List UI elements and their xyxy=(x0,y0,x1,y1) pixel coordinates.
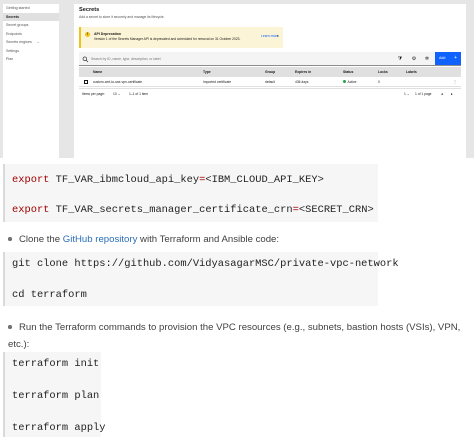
status-active-icon xyxy=(343,80,346,83)
plus-icon: + xyxy=(454,55,457,61)
settings-icon[interactable]: ⚙ xyxy=(409,54,419,64)
secret-name[interactable]: custom-cert-to-use-vpn-certificate xyxy=(93,77,142,87)
list-item-continuation: etc.): xyxy=(8,339,30,350)
code-line: terraform plan xyxy=(12,390,100,402)
column-header-group[interactable]: Group xyxy=(265,67,275,77)
code-line: git clone https://github.com/VidyasagarM… xyxy=(12,258,399,270)
github-repository-link[interactable]: GitHub repository xyxy=(63,234,138,245)
secret-type: Imported certificate xyxy=(203,80,232,84)
code-block-env-vars: export TF_VAR_ibmcloud_api_key=<IBM_CLOU… xyxy=(3,164,378,222)
code-text: TF_VAR_secrets_manager_certificate_crn xyxy=(55,204,293,216)
code-line: terraform apply xyxy=(12,422,106,434)
gear-icon[interactable]: ✲ xyxy=(422,54,432,64)
list-item-text: Clone the xyxy=(19,234,63,245)
code-line: terraform init xyxy=(12,358,100,370)
previous-page-icon[interactable]: ◂ xyxy=(441,89,443,99)
column-header-labels[interactable]: Labels xyxy=(406,67,417,77)
code-block-terraform: terraform init terraform plan terraform … xyxy=(3,352,106,437)
page-value: 1 xyxy=(404,92,406,96)
sidebar-item-settings[interactable]: Settings xyxy=(3,47,59,56)
code-block-git-clone: git clone https://github.com/VidyasagarM… xyxy=(3,252,399,306)
code-text: <SECRET_CRN> xyxy=(298,204,374,216)
warning-icon: ! xyxy=(85,32,90,37)
items-per-page-select[interactable]: 10 ⌄ xyxy=(113,89,120,99)
search-input[interactable] xyxy=(91,55,391,63)
chevron-down-icon: ⌄ xyxy=(36,40,40,44)
notice-title: API Deprecation xyxy=(94,32,122,36)
list-item-text: with Terraform and Ansible code: xyxy=(137,234,280,245)
table-toolbar: ⧩ ⚙ ✲ Add + xyxy=(79,52,461,66)
add-button-label: Add xyxy=(439,56,446,60)
item-range: 1–1 of 1 item xyxy=(129,92,149,96)
bullet-icon xyxy=(8,237,12,241)
list-item: Run the Terraform commands to provision … xyxy=(8,319,471,336)
sidebar-item-label: Secrets engines xyxy=(6,40,32,44)
row-checkbox[interactable] xyxy=(84,80,88,84)
sidebar-item-endpoints[interactable]: Endpoints xyxy=(3,30,59,39)
next-page-icon[interactable]: ▸ xyxy=(451,89,453,99)
sidebar-item-secret-groups[interactable]: Secret groups xyxy=(3,21,59,30)
add-button[interactable]: Add + xyxy=(435,52,461,65)
sidebar: Getting started Secrets Secret groups En… xyxy=(3,4,59,158)
items-per-page-label: Items per page: xyxy=(82,92,105,96)
page-title: Secrets xyxy=(79,7,100,13)
column-header-expires[interactable]: Expires in xyxy=(295,67,311,77)
items-per-page-value: 10 xyxy=(113,92,117,96)
column-header-locks[interactable]: Locks xyxy=(378,67,388,77)
code-line: export TF_VAR_secrets_manager_certificat… xyxy=(12,204,374,216)
notice-body: Version 1 of the Secrets Manager API is … xyxy=(94,37,241,41)
sidebar-item-plan[interactable]: Plan xyxy=(3,55,59,64)
overflow-menu-icon[interactable]: ⋮ xyxy=(453,77,457,87)
column-header-type[interactable]: Type xyxy=(203,67,211,77)
search-icon xyxy=(82,56,89,62)
bullet-icon xyxy=(8,325,12,329)
code-line: cd terraform xyxy=(12,289,87,301)
page-subtitle: Add a secret to store it securely and ma… xyxy=(79,14,165,19)
table-row[interactable]: custom-cert-to-use-vpn-certificate Impor… xyxy=(79,77,461,87)
code-keyword: export xyxy=(12,204,50,216)
filter-icon[interactable]: ⧩ xyxy=(395,54,405,64)
list-item-text: Run the Terraform commands to provision … xyxy=(19,322,461,333)
pagination: Items per page: 10 ⌄ 1–1 of 1 item 1 ⌄ 1… xyxy=(79,88,461,98)
chevron-down-icon: ⌄ xyxy=(117,92,121,96)
status-badge: Active xyxy=(343,77,356,87)
list-item: Clone the GitHub repository with Terrafo… xyxy=(8,234,280,245)
column-header-status[interactable]: Status xyxy=(343,67,353,77)
secret-expires: 436 days xyxy=(295,80,309,84)
chevron-down-icon: ⌄ xyxy=(406,92,410,96)
code-text: TF_VAR_ibmcloud_api_key xyxy=(55,174,200,186)
page-count: 1 of 1 page xyxy=(415,92,432,96)
secret-locks: 0 xyxy=(378,80,380,84)
close-icon[interactable]: × xyxy=(277,33,279,38)
status-label: Active xyxy=(347,80,357,84)
table-header: Name Type Group Expires in Status Locks … xyxy=(79,67,461,77)
page-select[interactable]: 1 ⌄ xyxy=(404,89,410,99)
sidebar-item-secrets-engines[interactable]: Secrets engines ⌄ xyxy=(3,38,59,47)
deprecation-notice: ! API Deprecation Version 1 of the Secre… xyxy=(79,27,283,48)
main-panel: Secrets Add a secret to store it securel… xyxy=(74,4,466,158)
console-screenshot: Getting started Secrets Secret groups En… xyxy=(0,0,474,158)
secret-group: default xyxy=(265,80,275,84)
column-header-name[interactable]: Name xyxy=(93,67,102,77)
code-line: export TF_VAR_ibmcloud_api_key=<IBM_CLOU… xyxy=(12,174,324,186)
sidebar-item-secrets[interactable]: Secrets xyxy=(3,12,59,21)
code-keyword: export xyxy=(12,174,50,186)
code-text: <IBM_CLOUD_API_KEY> xyxy=(205,174,324,186)
sidebar-item-getting-started[interactable]: Getting started xyxy=(3,4,59,13)
